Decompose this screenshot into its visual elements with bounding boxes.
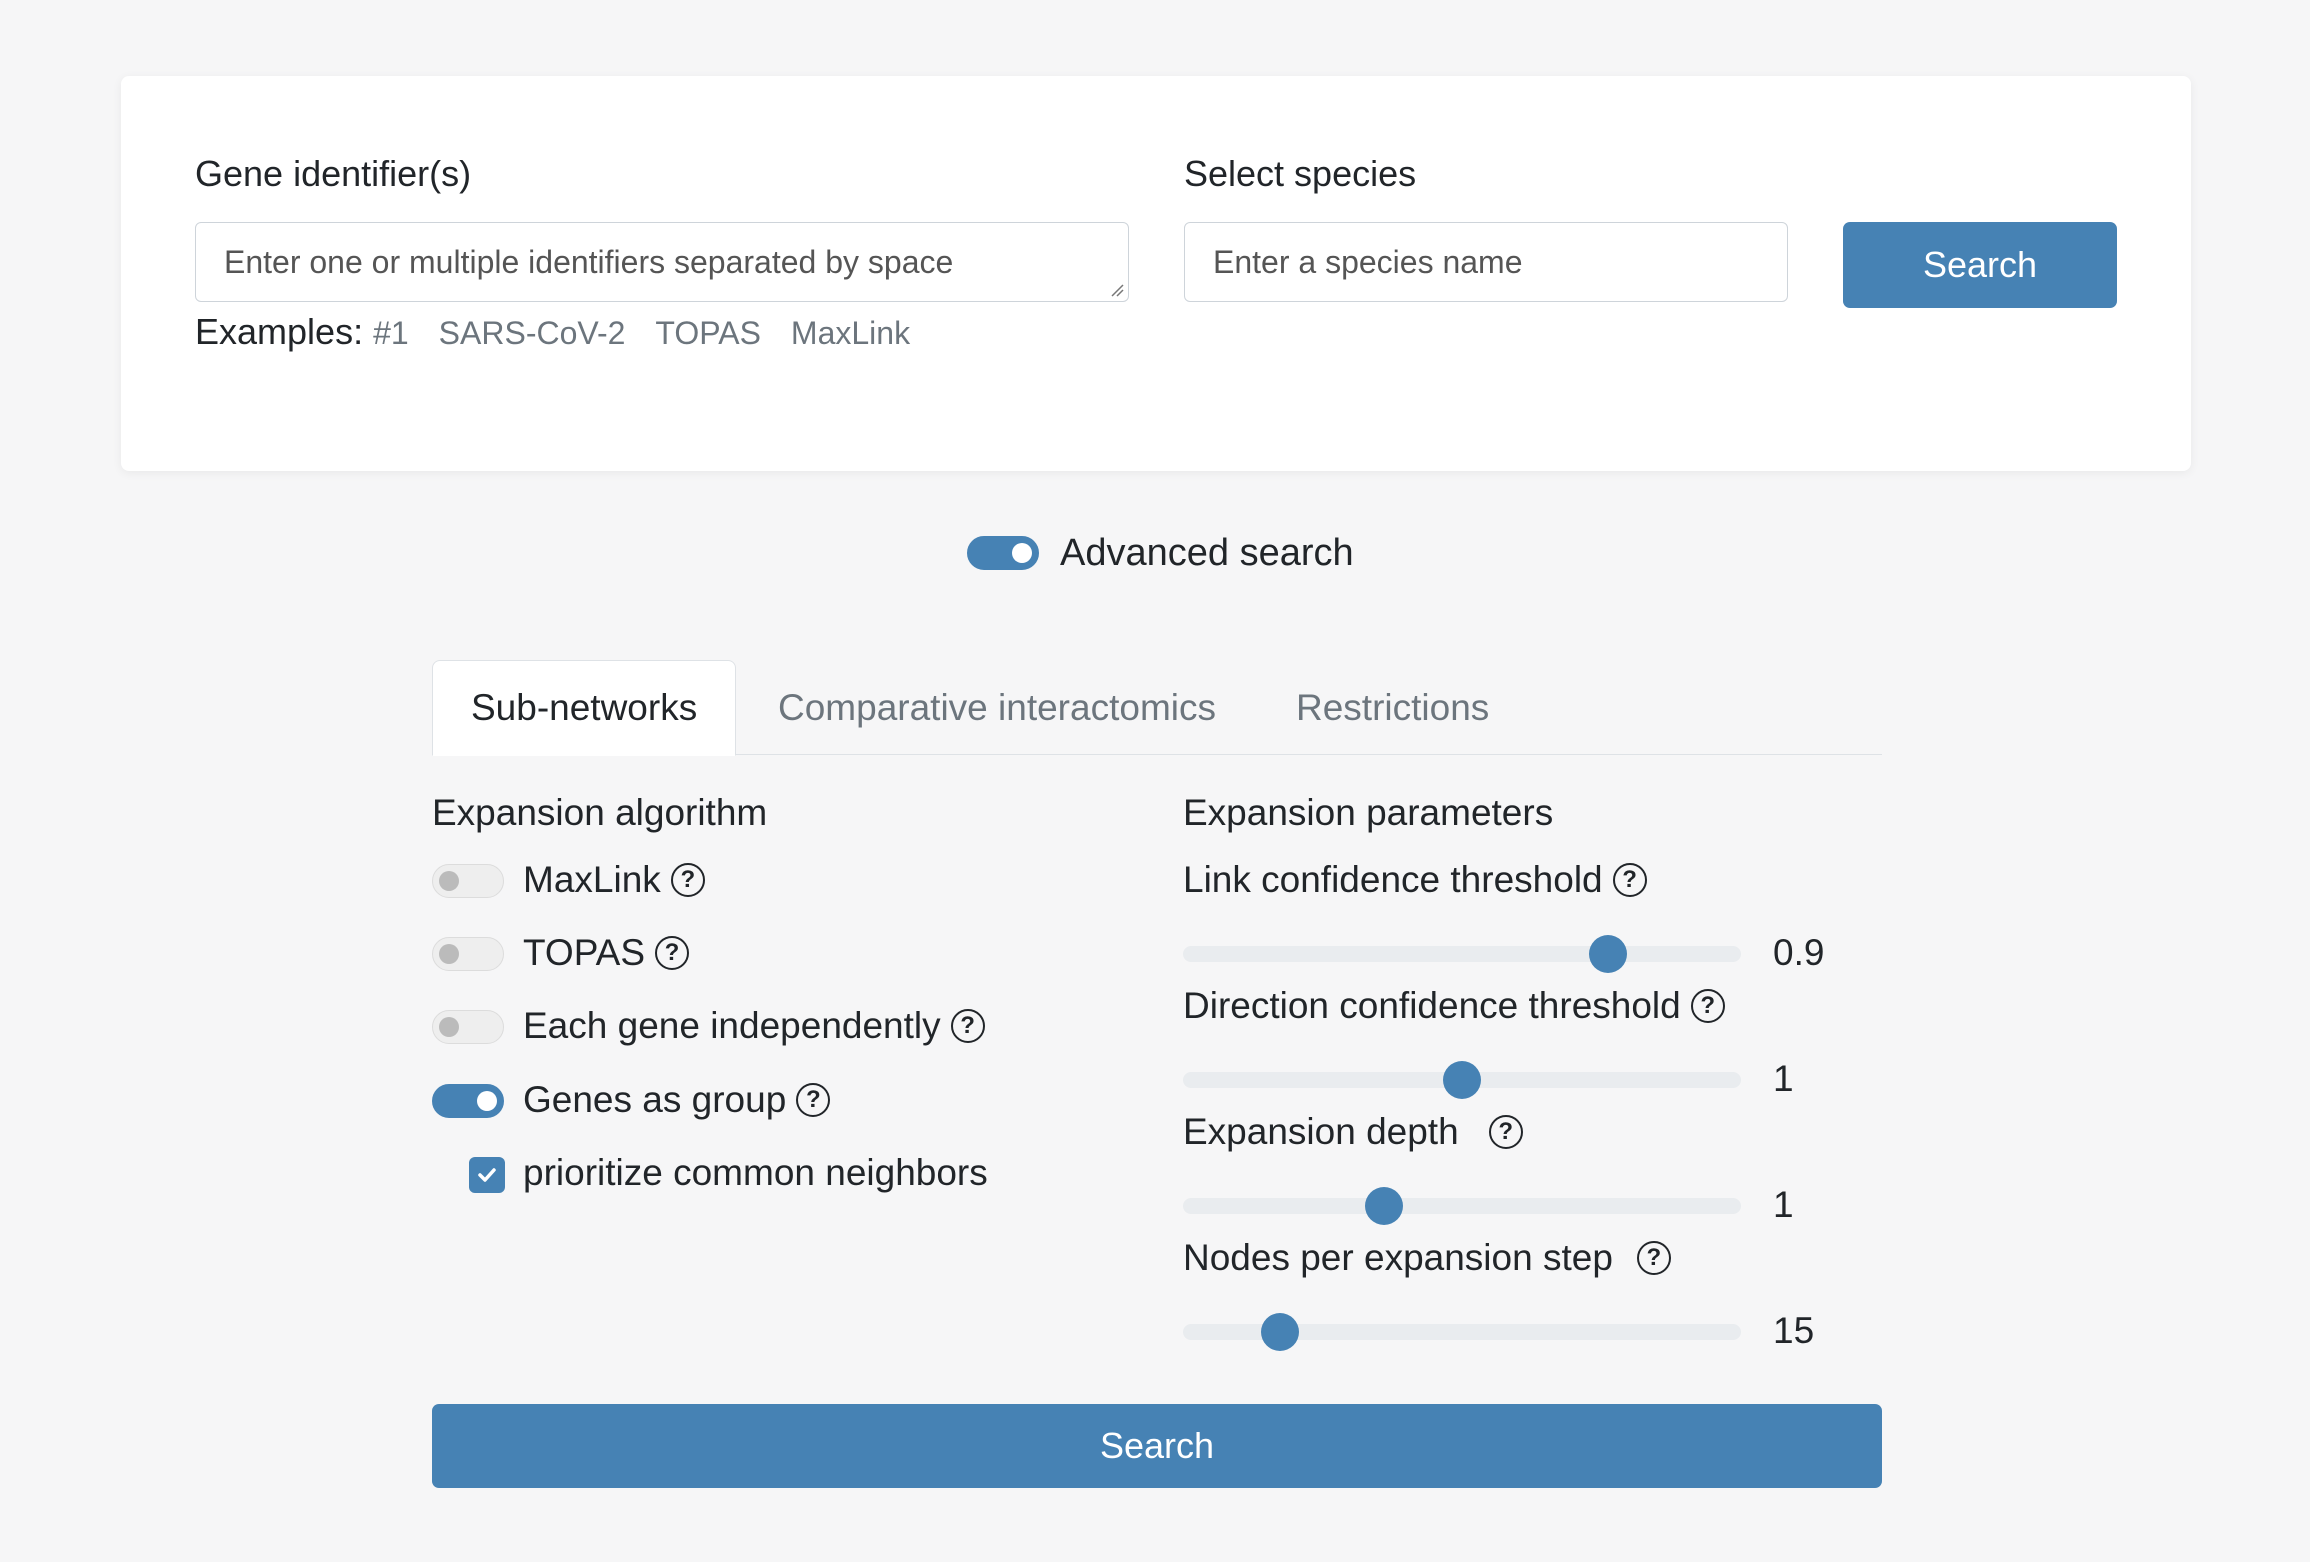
advanced-search-label: Advanced search bbox=[1060, 532, 1354, 574]
expansion-depth-value: 1 bbox=[1773, 1184, 1794, 1225]
question-circle-icon[interactable]: ? bbox=[796, 1083, 831, 1117]
search-button[interactable]: Search bbox=[1843, 222, 2117, 308]
each-gene-label: Each gene independently bbox=[523, 1005, 941, 1046]
topas-toggle[interactable] bbox=[432, 937, 504, 971]
prioritize-common-neighbors-checkbox[interactable] bbox=[469, 1157, 505, 1193]
resize-grip-icon[interactable] bbox=[1110, 283, 1124, 297]
gene-identifier-placeholder: Enter one or multiple identifiers separa… bbox=[224, 243, 954, 280]
prioritize-common-neighbors-label: prioritize common neighbors bbox=[523, 1152, 988, 1193]
expansion-depth-label: Expansion depth bbox=[1183, 1111, 1459, 1152]
maxlink-toggle[interactable] bbox=[432, 864, 504, 898]
examples-row: Examples: #1 SARS-CoV-2 TOPAS MaxLink bbox=[195, 311, 910, 353]
link-confidence-value: 0.9 bbox=[1773, 932, 1825, 973]
expansion-depth-slider[interactable] bbox=[1183, 1187, 1741, 1225]
toggle-knob bbox=[1012, 543, 1032, 563]
toggle-knob bbox=[439, 944, 459, 964]
question-circle-icon[interactable]: ? bbox=[655, 936, 690, 970]
species-input[interactable]: Enter a species name bbox=[1184, 222, 1788, 302]
slider-thumb[interactable] bbox=[1588, 935, 1627, 973]
example-link-1[interactable]: #1 bbox=[373, 315, 409, 352]
slider-thumb[interactable] bbox=[1261, 1313, 1299, 1351]
topas-option: TOPAS ? bbox=[523, 932, 690, 974]
slider-thumb[interactable] bbox=[1443, 1061, 1481, 1099]
question-circle-icon[interactable]: ? bbox=[1636, 1241, 1671, 1275]
expansion-parameters-title: Expansion parameters bbox=[1183, 792, 1554, 833]
toggle-knob bbox=[477, 1091, 497, 1111]
toggle-knob bbox=[439, 1017, 459, 1037]
search-card: Gene identifier(s) Enter one or multiple… bbox=[121, 76, 2191, 471]
gene-identifier-label: Gene identifier(s) bbox=[195, 153, 472, 194]
nodes-per-step-value: 15 bbox=[1773, 1310, 1815, 1351]
direction-confidence-value: 1 bbox=[1773, 1058, 1794, 1099]
slider-thumb[interactable] bbox=[1365, 1187, 1403, 1225]
expansion-algorithm-title: Expansion algorithm bbox=[432, 792, 768, 833]
tab-comparative-interactomics[interactable]: Comparative interactomics bbox=[778, 660, 1216, 755]
maxlink-option: MaxLink ? bbox=[523, 859, 705, 901]
direction-confidence-slider[interactable] bbox=[1183, 1061, 1741, 1099]
tab-bar: Sub-networks Comparative interactomics R… bbox=[432, 660, 1882, 756]
advanced-search-button[interactable]: Search bbox=[432, 1404, 1882, 1488]
link-confidence-slider[interactable] bbox=[1183, 935, 1741, 973]
question-circle-icon[interactable]: ? bbox=[1488, 1115, 1523, 1149]
question-circle-icon[interactable]: ? bbox=[1690, 989, 1725, 1023]
link-confidence-label: Link confidence threshold bbox=[1183, 859, 1603, 900]
maxlink-label: MaxLink bbox=[523, 859, 661, 900]
example-link-sars-cov-2[interactable]: SARS-CoV-2 bbox=[439, 315, 626, 352]
nodes-per-step-label: Nodes per expansion step bbox=[1183, 1237, 1613, 1278]
nodes-per-step-slider[interactable] bbox=[1183, 1313, 1741, 1351]
species-label: Select species bbox=[1184, 153, 1417, 194]
species-placeholder: Enter a species name bbox=[1213, 243, 1523, 280]
expansion-depth-option: Expansion depth ? bbox=[1183, 1111, 1523, 1153]
gene-identifier-input[interactable]: Enter one or multiple identifiers separa… bbox=[195, 222, 1129, 302]
direction-confidence-label: Direction confidence threshold bbox=[1183, 985, 1681, 1026]
example-link-topas[interactable]: TOPAS bbox=[655, 315, 761, 352]
nodes-per-step-option: Nodes per expansion step ? bbox=[1183, 1237, 1671, 1279]
examples-label: Examples: bbox=[195, 311, 364, 352]
genes-as-group-label: Genes as group bbox=[523, 1079, 787, 1120]
toggle-knob bbox=[439, 871, 459, 891]
question-circle-icon[interactable]: ? bbox=[950, 1009, 985, 1043]
tab-restrictions[interactable]: Restrictions bbox=[1296, 660, 1489, 755]
question-circle-icon[interactable]: ? bbox=[1612, 863, 1647, 897]
topas-label: TOPAS bbox=[523, 932, 646, 973]
question-circle-icon[interactable]: ? bbox=[670, 863, 705, 897]
each-gene-toggle[interactable] bbox=[432, 1010, 504, 1044]
advanced-search-toggle[interactable] bbox=[967, 536, 1039, 570]
check-icon bbox=[478, 1168, 496, 1182]
direction-confidence-option: Direction confidence threshold ? bbox=[1183, 985, 1725, 1027]
each-gene-option: Each gene independently ? bbox=[523, 1005, 985, 1047]
link-confidence-option: Link confidence threshold ? bbox=[1183, 859, 1647, 901]
example-link-maxlink[interactable]: MaxLink bbox=[791, 315, 910, 352]
genes-as-group-toggle[interactable] bbox=[432, 1084, 504, 1118]
genes-as-group-option: Genes as group ? bbox=[523, 1079, 831, 1121]
tab-sub-networks[interactable]: Sub-networks bbox=[432, 660, 737, 756]
